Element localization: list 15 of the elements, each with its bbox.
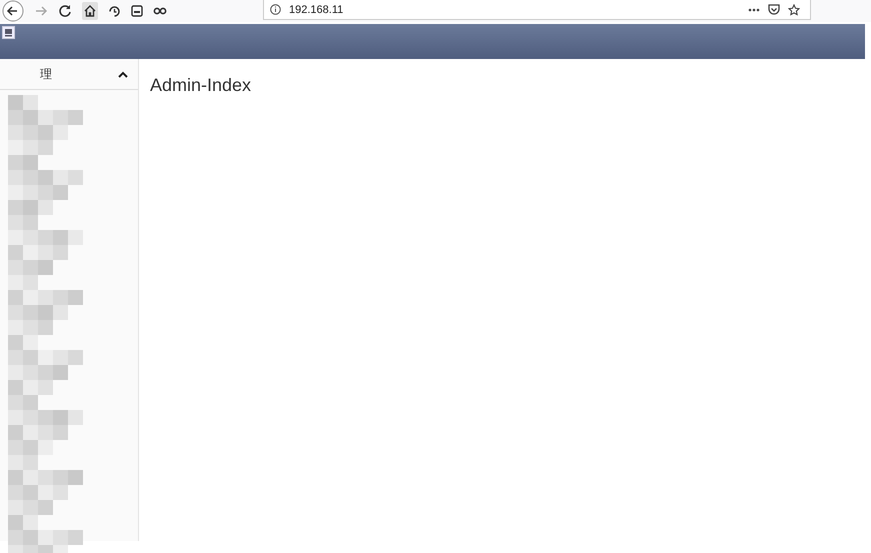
caret-icon	[118, 70, 128, 78]
home-icon[interactable]	[84, 5, 96, 17]
reload-icon[interactable]	[58, 4, 72, 18]
star-icon[interactable]	[788, 4, 800, 16]
pocket-icon[interactable]	[768, 4, 780, 15]
info-icon[interactable]	[270, 4, 281, 15]
url-text: 192.168.11	[289, 4, 344, 16]
menu-section-header[interactable]: 理	[0, 59, 138, 90]
address-bar[interactable]: 192.168.11	[263, 0, 811, 20]
back-icon[interactable]	[2, 0, 24, 22]
glasses-icon[interactable]	[153, 7, 167, 15]
page-title: Admin-Index	[150, 75, 252, 96]
image-icon	[2, 26, 15, 39]
history-icon[interactable]	[108, 4, 121, 18]
more-icon[interactable]	[748, 8, 760, 12]
